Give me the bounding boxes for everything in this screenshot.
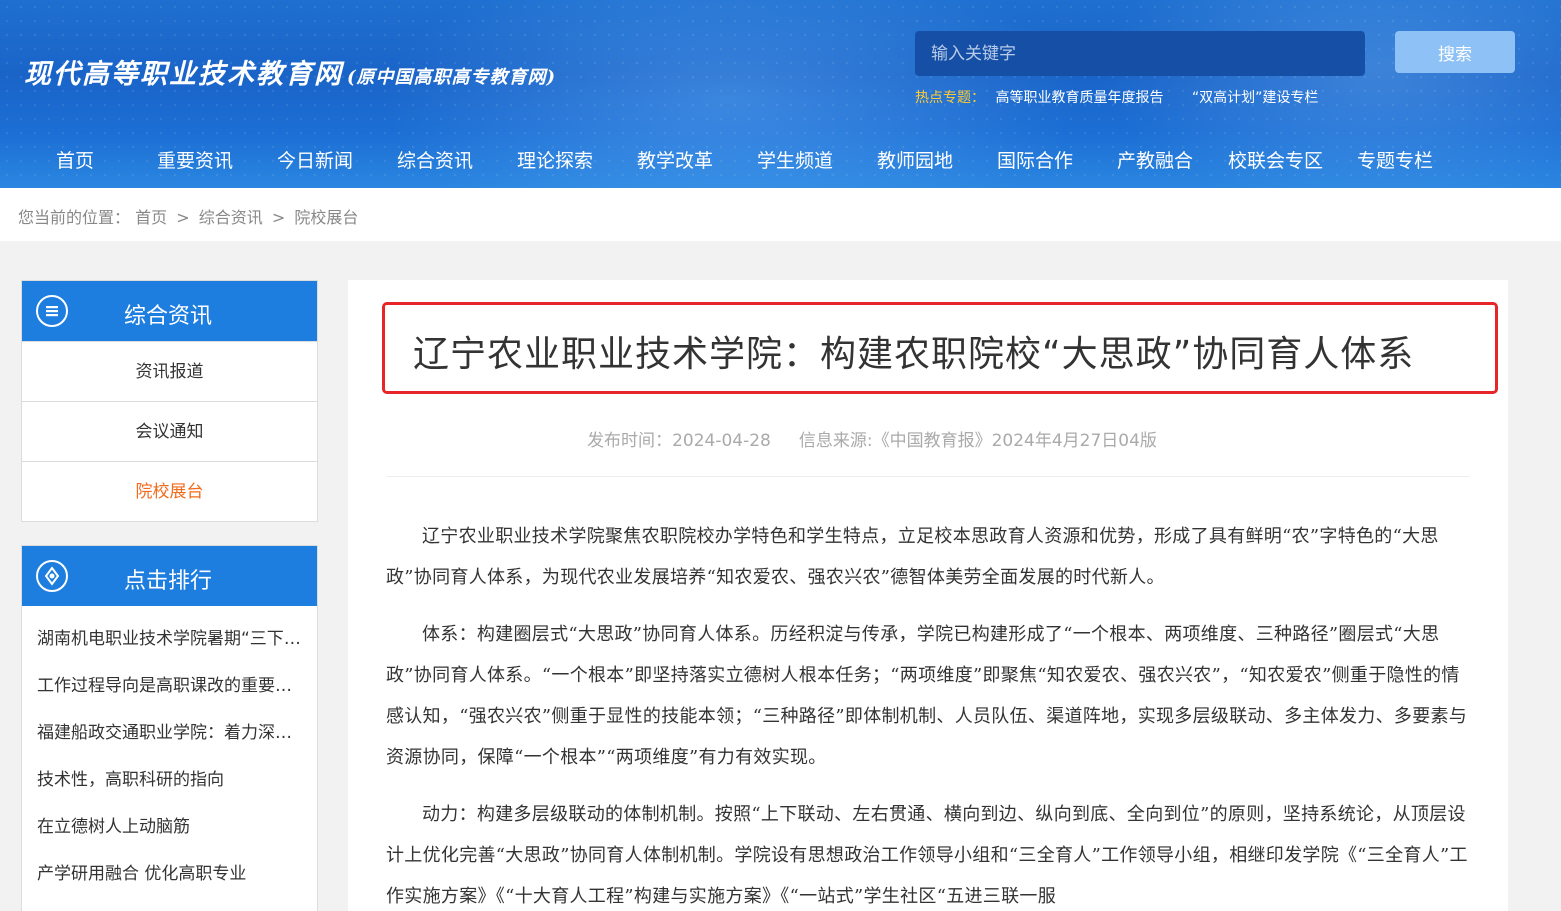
breadcrumb: 您当前的位置： 首页 > 综合资讯 > 院校展台 xyxy=(18,204,358,228)
article-panel: 辽宁农业职业技术学院：构建农职院校“大思政”协同育人体系 发布时间：2024-0… xyxy=(348,280,1508,911)
site-header: 现代高等职业技术教育网(原中国高职高专教育网) 搜索 热点专题： 高等职业教育质… xyxy=(0,0,1561,188)
rank-list-item[interactable]: 福建船政交通职业学院：着力深化改革 xyxy=(22,710,317,757)
hot-topic-link[interactable]: “双高计划”建设专栏 xyxy=(1192,90,1319,106)
rank-list: 湖南机电职业技术学院暑期“三下乡” 工作过程导向是高职课改的重要方向 福建船政交… xyxy=(22,606,317,898)
nav-item[interactable]: 学生频道 xyxy=(757,146,833,173)
nav-item[interactable]: 理论探索 xyxy=(517,146,593,173)
rank-list-item[interactable]: 产学研用融合 优化高职专业 xyxy=(22,851,317,898)
sidebar-category-title: 综合资讯 xyxy=(124,304,213,329)
nav-item[interactable]: 产教融合 xyxy=(1117,146,1193,173)
breadcrumb-separator: > xyxy=(271,208,286,227)
breadcrumb-link[interactable]: 院校展台 xyxy=(294,208,358,227)
search-input[interactable] xyxy=(915,31,1365,76)
article-paragraph: 辽宁农业职业技术学院聚焦农职院校办学特色和学生特点，立足校本思政育人资源和优势，… xyxy=(386,526,1439,588)
breadcrumb-prefix: 您当前的位置： xyxy=(18,208,131,227)
source-value: 《中国教育报》2024年4月27日04版 xyxy=(872,431,1157,451)
logo-text: 现代高等职业技术教育网 xyxy=(24,59,343,90)
article-title: 辽宁农业职业技术学院：构建农职院校“大思政”协同育人体系 xyxy=(413,334,1415,375)
sidebar-item-meeting-notices[interactable]: 会议通知 xyxy=(22,401,317,461)
breadcrumb-bar: 您当前的位置： 首页 > 综合资讯 > 院校展台 xyxy=(0,188,1561,241)
article-paragraph: 动力：构建多层级联动的体制机制。按照“上下联动、左右贯通、横向到边、纵向到底、全… xyxy=(386,804,1468,907)
rank-list-item[interactable]: 湖南机电职业技术学院暑期“三下乡” xyxy=(22,616,317,663)
nav-item[interactable]: 校联会专区 xyxy=(1228,146,1323,173)
source-label: 信息来源: xyxy=(798,431,873,451)
nav-item[interactable]: 综合资讯 xyxy=(397,146,473,173)
article-paragraph: 体系：构建圈层式“大思政”协同育人体系。历经积淀与传承，学院已构建形成了“一个根… xyxy=(386,624,1468,768)
nav-item[interactable]: 今日新闻 xyxy=(277,146,353,173)
rank-list-item[interactable]: 工作过程导向是高职课改的重要方向 xyxy=(22,663,317,710)
sidebar-item-college-showcase[interactable]: 院校展台 xyxy=(22,461,317,521)
ranking-icon xyxy=(36,560,68,592)
nav-item[interactable]: 重要资讯 xyxy=(157,146,233,173)
sidebar-rank-box: 点击排行 湖南机电职业技术学院暑期“三下乡” 工作过程导向是高职课改的重要方向 … xyxy=(21,545,318,911)
main-nav: 首页 重要资讯 今日新闻 综合资讯 理论探索 教学改革 学生频道 教师园地 国际… xyxy=(0,140,1561,178)
article-meta: 发布时间：2024-04-28 信息来源:《中国教育报》2024年4月27日04版 xyxy=(348,426,1396,451)
title-highlight-box: 辽宁农业职业技术学院：构建农职院校“大思政”协同育人体系 xyxy=(382,302,1498,394)
nav-item[interactable]: 教师园地 xyxy=(877,146,953,173)
logo-subtitle: (原中国高职高专教育网) xyxy=(347,67,557,88)
hot-topic-link[interactable]: 高等职业教育质量年度报告 xyxy=(995,90,1163,106)
publish-label: 发布时间： xyxy=(587,431,673,451)
search-button[interactable]: 搜索 xyxy=(1395,31,1515,73)
sidebar-rank-title: 点击排行 xyxy=(124,569,213,594)
nav-item-home[interactable]: 首页 xyxy=(56,146,94,173)
breadcrumb-separator: > xyxy=(176,208,190,227)
site-logo[interactable]: 现代高等职业技术教育网 (原中国高职高专教育网) xyxy=(24,52,556,91)
nav-item[interactable]: 教学改革 xyxy=(637,146,713,173)
nav-item[interactable]: 专题专栏 xyxy=(1357,146,1433,173)
hot-topics-label: 热点专题： xyxy=(915,90,985,106)
list-icon xyxy=(36,295,68,327)
meta-divider xyxy=(386,476,1470,477)
breadcrumb-link[interactable]: 综合资讯 xyxy=(199,208,263,227)
hot-topics: 热点专题： 高等职业教育质量年度报告 “双高计划”建设专栏 xyxy=(915,87,1336,107)
breadcrumb-link[interactable]: 首页 xyxy=(135,208,167,227)
rank-list-item[interactable]: 技术性，高职科研的指向 xyxy=(22,757,317,804)
publish-date: 2024-04-28 xyxy=(672,431,771,451)
sidebar-item-news-reports[interactable]: 资讯报道 xyxy=(22,341,317,401)
sidebar-category-header: 综合资讯 xyxy=(22,281,317,341)
rank-list-item[interactable]: 在立德树人上动脑筋 xyxy=(22,804,317,851)
nav-item[interactable]: 国际合作 xyxy=(997,146,1073,173)
sidebar-category-box: 综合资讯 资讯报道 会议通知 院校展台 xyxy=(21,280,318,522)
sidebar-rank-header: 点击排行 xyxy=(22,546,317,606)
article-body: 辽宁农业职业技术学院聚焦农职院校办学特色和学生特点，立足校本思政育人资源和优势，… xyxy=(386,516,1470,911)
